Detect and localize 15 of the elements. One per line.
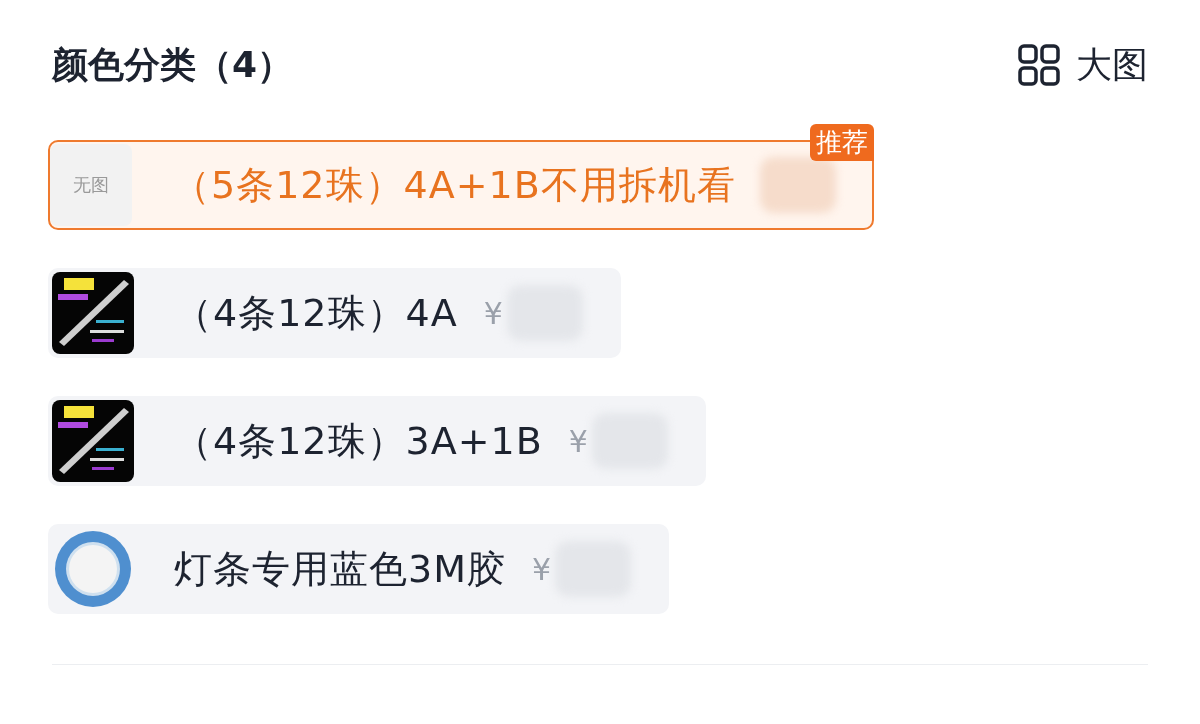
grid-icon	[1018, 44, 1060, 86]
recommended-badge: 推荐	[809, 124, 874, 161]
option-label: （4条12珠）3A+1B	[174, 417, 543, 465]
currency-symbol: ¥	[483, 295, 503, 331]
option-label: （5条12珠）4A+1B不用拆机看	[172, 161, 736, 209]
option-label: （4条12珠）4A	[174, 289, 458, 337]
option-chip[interactable]: （4条12珠）4A ¥	[48, 268, 621, 358]
section-title: 颜色分类（4）	[52, 42, 294, 87]
currency-symbol: ¥	[531, 551, 552, 587]
currency-symbol: ¥	[568, 423, 588, 459]
option-chip[interactable]: 灯条专用蓝色3M胶 ¥	[48, 524, 670, 614]
large-view-button[interactable]: 大图	[1018, 40, 1148, 90]
option-chip[interactable]: （4条12珠）3A+1B ¥	[48, 396, 706, 486]
no-image-placeholder: 无图	[50, 144, 132, 226]
option-label: 灯条专用蓝色3M胶	[174, 545, 506, 593]
